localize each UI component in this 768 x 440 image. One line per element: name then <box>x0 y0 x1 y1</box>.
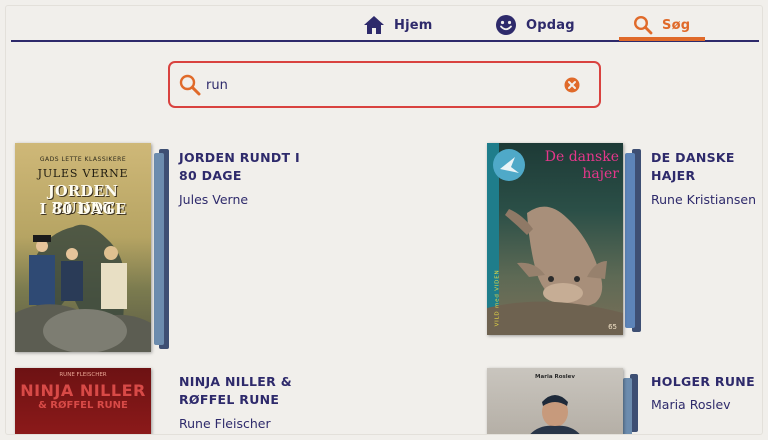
cover-illustration <box>530 395 580 434</box>
title-line: 80 DAGE <box>179 168 242 183</box>
cover-title-text: NINJA NILLER <box>20 381 146 400</box>
result-title[interactable]: NINJA NILLER & RØFFEL RUNE <box>179 373 292 409</box>
book-cover: Maria Roslev <box>487 368 623 434</box>
book-cover-stack[interactable]: Maria Roslev <box>487 368 645 434</box>
result-title[interactable]: JORDEN RUNDT I 80 DAGE <box>179 149 300 185</box>
home-icon <box>364 16 384 34</box>
cover-author-text: RUNE FLEISCHER <box>59 372 107 378</box>
book-cover-stack[interactable]: RUNE FLEISCHER NINJA NILLER & RØFFEL RUN… <box>15 368 173 434</box>
clear-search-icon[interactable] <box>564 77 580 93</box>
cover-title-text: hajer <box>582 166 619 182</box>
search-bar <box>168 61 601 108</box>
book-cover: GADS LETTE KLASSIKERE JULES VERNE JORDEN… <box>15 143 151 352</box>
title-line: JORDEN RUNDT I <box>179 150 300 165</box>
result-title[interactable]: HOLGER RUNE <box>651 373 755 391</box>
title-line: NINJA NILLER & <box>179 374 292 389</box>
result-item[interactable]: GADS LETTE KLASSIKERE JULES VERNE JORDEN… <box>15 143 315 355</box>
title-line: DE DANSKE <box>651 150 735 165</box>
cover-illustration <box>15 224 151 352</box>
result-author[interactable]: Rune Fleischer <box>179 416 271 431</box>
result-item[interactable]: De danske hajer VILD med VIDEN 65 DE DAN… <box>487 143 759 338</box>
cover-title-text: De danske <box>544 149 619 165</box>
result-author[interactable]: Maria Roslev <box>651 397 731 412</box>
cover-number-text: 65 <box>608 323 617 331</box>
nav-search[interactable]: Søg <box>633 10 690 40</box>
title-line: RØFFEL RUNE <box>179 392 280 407</box>
result-item[interactable]: RUNE FLEISCHER NINJA NILLER & RØFFEL RUN… <box>15 368 315 434</box>
book-cover-stack[interactable]: De danske hajer VILD med VIDEN 65 <box>487 143 645 338</box>
book-cover-stack[interactable]: GADS LETTE KLASSIKERE JULES VERNE JORDEN… <box>15 143 175 355</box>
search-icon <box>179 74 201 96</box>
result-title[interactable]: DE DANSKE HAJER <box>651 149 735 185</box>
nav-discover-label: Opdag <box>526 17 575 33</box>
title-line: HAJER <box>651 168 696 183</box>
result-author[interactable]: Rune Kristiansen <box>651 192 756 207</box>
title-line: HOLGER RUNE <box>651 374 755 389</box>
active-tab-indicator <box>619 37 705 41</box>
result-item[interactable]: Maria Roslev HOLGER RUNE Maria Roslev <box>487 368 759 434</box>
book-cover: RUNE FLEISCHER NINJA NILLER & RØFFEL RUN… <box>15 368 151 434</box>
nav-home-label: Hjem <box>394 17 433 33</box>
nav-home[interactable]: Hjem <box>363 10 433 40</box>
app-frame: Hjem Opdag Søg run GADS LETTE KLASSIKERE… <box>5 5 763 435</box>
cover-spine-text: VILD med VIDEN <box>494 269 501 327</box>
nav-discover[interactable]: Opdag <box>495 10 575 40</box>
search-icon <box>633 15 653 35</box>
search-input[interactable] <box>206 74 546 96</box>
top-nav: Hjem Opdag Søg <box>11 6 759 42</box>
cover-title-text: & RØFFEL RUNE <box>38 400 128 411</box>
book-cover: De danske hajer VILD med VIDEN 65 <box>487 143 623 335</box>
result-author[interactable]: Jules Verne <box>179 192 248 207</box>
nav-search-label: Søg <box>662 17 691 33</box>
smiley-icon <box>496 15 516 35</box>
